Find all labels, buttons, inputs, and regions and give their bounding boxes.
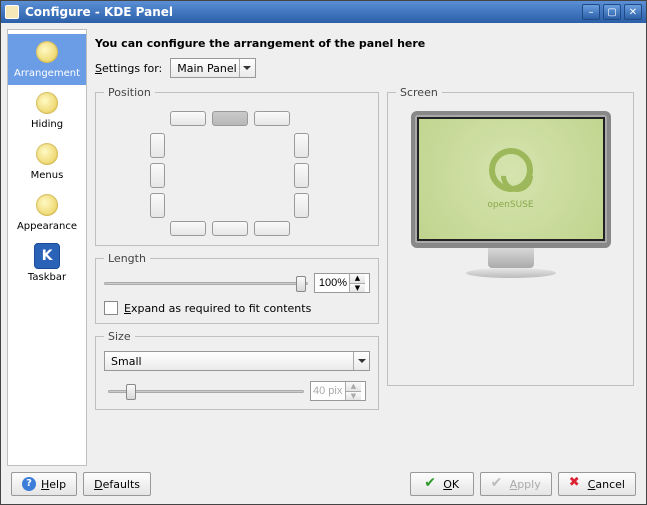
- size-slider[interactable]: [108, 382, 304, 400]
- settings-for-combo[interactable]: Main Panel: [170, 58, 255, 78]
- position-top-right[interactable]: [254, 111, 290, 126]
- sidebar: Arrangement Hiding Menus Appearance K Ta…: [7, 29, 87, 466]
- sidebar-item-label: Arrangement: [14, 68, 80, 79]
- size-slider-row: ▲▼: [104, 381, 370, 401]
- gear-icon: [33, 191, 61, 219]
- apply-label: Apply: [510, 478, 541, 491]
- length-slider[interactable]: [104, 274, 308, 292]
- position-legend: Position: [104, 86, 155, 99]
- cancel-icon: ✖: [569, 477, 583, 491]
- position-bottom-center[interactable]: [212, 221, 248, 236]
- monitor-preview: openSUSE: [411, 111, 611, 278]
- help-button[interactable]: ? Help: [11, 472, 77, 496]
- monitor-stand: [488, 248, 534, 268]
- sidebar-item-menus[interactable]: Menus: [8, 136, 86, 187]
- sidebar-item-label: Appearance: [17, 221, 77, 232]
- size-legend: Size: [104, 330, 135, 343]
- close-button[interactable]: ✕: [624, 4, 642, 20]
- sidebar-item-label: Hiding: [31, 119, 63, 130]
- expand-checkbox[interactable]: [104, 301, 118, 315]
- defaults-label: Defaults: [94, 478, 140, 491]
- size-pixels-value: [311, 385, 345, 397]
- check-icon: ✔: [424, 477, 438, 491]
- expand-label: Expand as required to fit contents: [124, 302, 311, 315]
- size-combo[interactable]: Small: [104, 351, 370, 371]
- monitor-base: [466, 268, 556, 278]
- content-pane: You can configure the arrangement of the…: [93, 29, 640, 466]
- window-title: Configure - KDE Panel: [25, 5, 579, 19]
- page-heading: You can configure the arrangement of the…: [95, 37, 634, 50]
- size-group: Size Small: [95, 330, 379, 410]
- spin-buttons[interactable]: ▲▼: [349, 274, 365, 292]
- sidebar-item-arrangement[interactable]: Arrangement: [8, 34, 86, 85]
- button-bar: ? Help Defaults ✔ OK ✔ Apply ✖ Cancel: [7, 466, 640, 498]
- check-icon: ✔: [491, 477, 505, 491]
- position-grid: [104, 107, 370, 237]
- defaults-button[interactable]: Defaults: [83, 472, 151, 496]
- help-label: Help: [41, 478, 66, 491]
- position-left-bottom[interactable]: [150, 193, 165, 218]
- config-window: Configure - KDE Panel – ▢ ✕ Arrangement …: [0, 0, 647, 505]
- position-top-left[interactable]: [170, 111, 206, 126]
- opensuse-logo-icon: [489, 148, 533, 192]
- position-right-bottom[interactable]: [294, 193, 309, 218]
- position-group: Position: [95, 86, 379, 246]
- chevron-down-icon: [239, 59, 255, 77]
- length-value[interactable]: [315, 277, 349, 289]
- monitor-frame: openSUSE: [411, 111, 611, 248]
- position-left-top[interactable]: [150, 133, 165, 158]
- position-bottom-right[interactable]: [254, 221, 290, 236]
- position-left-middle[interactable]: [150, 163, 165, 188]
- length-spin[interactable]: ▲▼: [314, 273, 370, 293]
- size-value: Small: [111, 355, 142, 368]
- cancel-label: Cancel: [588, 478, 625, 491]
- columns: Position: [95, 86, 634, 410]
- settings-for-label: Settings for:: [95, 62, 162, 75]
- sidebar-item-taskbar[interactable]: K Taskbar: [8, 238, 86, 289]
- size-pixels-spin: ▲▼: [310, 381, 366, 401]
- window-body: Arrangement Hiding Menus Appearance K Ta…: [1, 23, 646, 504]
- position-right-top[interactable]: [294, 133, 309, 158]
- left-column: Position: [95, 86, 379, 410]
- chevron-down-icon: [353, 352, 369, 370]
- screen-brand: openSUSE: [487, 200, 533, 210]
- screen-legend: Screen: [396, 86, 442, 99]
- position-top-center[interactable]: [212, 111, 248, 126]
- screen-group: Screen openSUSE: [387, 86, 634, 386]
- settings-for-row: Settings for: Main Panel: [95, 58, 634, 78]
- main-area: Arrangement Hiding Menus Appearance K Ta…: [7, 29, 640, 466]
- titlebar[interactable]: Configure - KDE Panel – ▢ ✕: [1, 1, 646, 23]
- ok-label: OK: [443, 478, 459, 491]
- maximize-button[interactable]: ▢: [603, 4, 621, 20]
- app-icon: [5, 5, 19, 19]
- position-right-middle[interactable]: [294, 163, 309, 188]
- gear-icon: [33, 38, 61, 66]
- sidebar-item-appearance[interactable]: Appearance: [8, 187, 86, 238]
- gear-icon: [33, 140, 61, 168]
- length-group: Length ▲▼: [95, 252, 379, 324]
- length-legend: Length: [104, 252, 150, 265]
- monitor-screen: openSUSE: [419, 119, 603, 239]
- cancel-button[interactable]: ✖ Cancel: [558, 472, 636, 496]
- apply-button: ✔ Apply: [480, 472, 552, 496]
- sidebar-item-hiding[interactable]: Hiding: [8, 85, 86, 136]
- expand-row: Expand as required to fit contents: [104, 301, 370, 315]
- sidebar-item-label: Taskbar: [28, 272, 66, 283]
- length-row: ▲▼: [104, 273, 370, 293]
- help-icon: ?: [22, 477, 36, 491]
- gear-icon: [33, 89, 61, 117]
- ok-button[interactable]: ✔ OK: [410, 472, 474, 496]
- position-bottom-left[interactable]: [170, 221, 206, 236]
- settings-for-value: Main Panel: [177, 62, 236, 75]
- minimize-button[interactable]: –: [582, 4, 600, 20]
- sidebar-item-label: Menus: [31, 170, 64, 181]
- k-icon: K: [33, 242, 61, 270]
- right-column: Screen openSUSE: [387, 86, 634, 410]
- spin-buttons: ▲▼: [345, 382, 361, 400]
